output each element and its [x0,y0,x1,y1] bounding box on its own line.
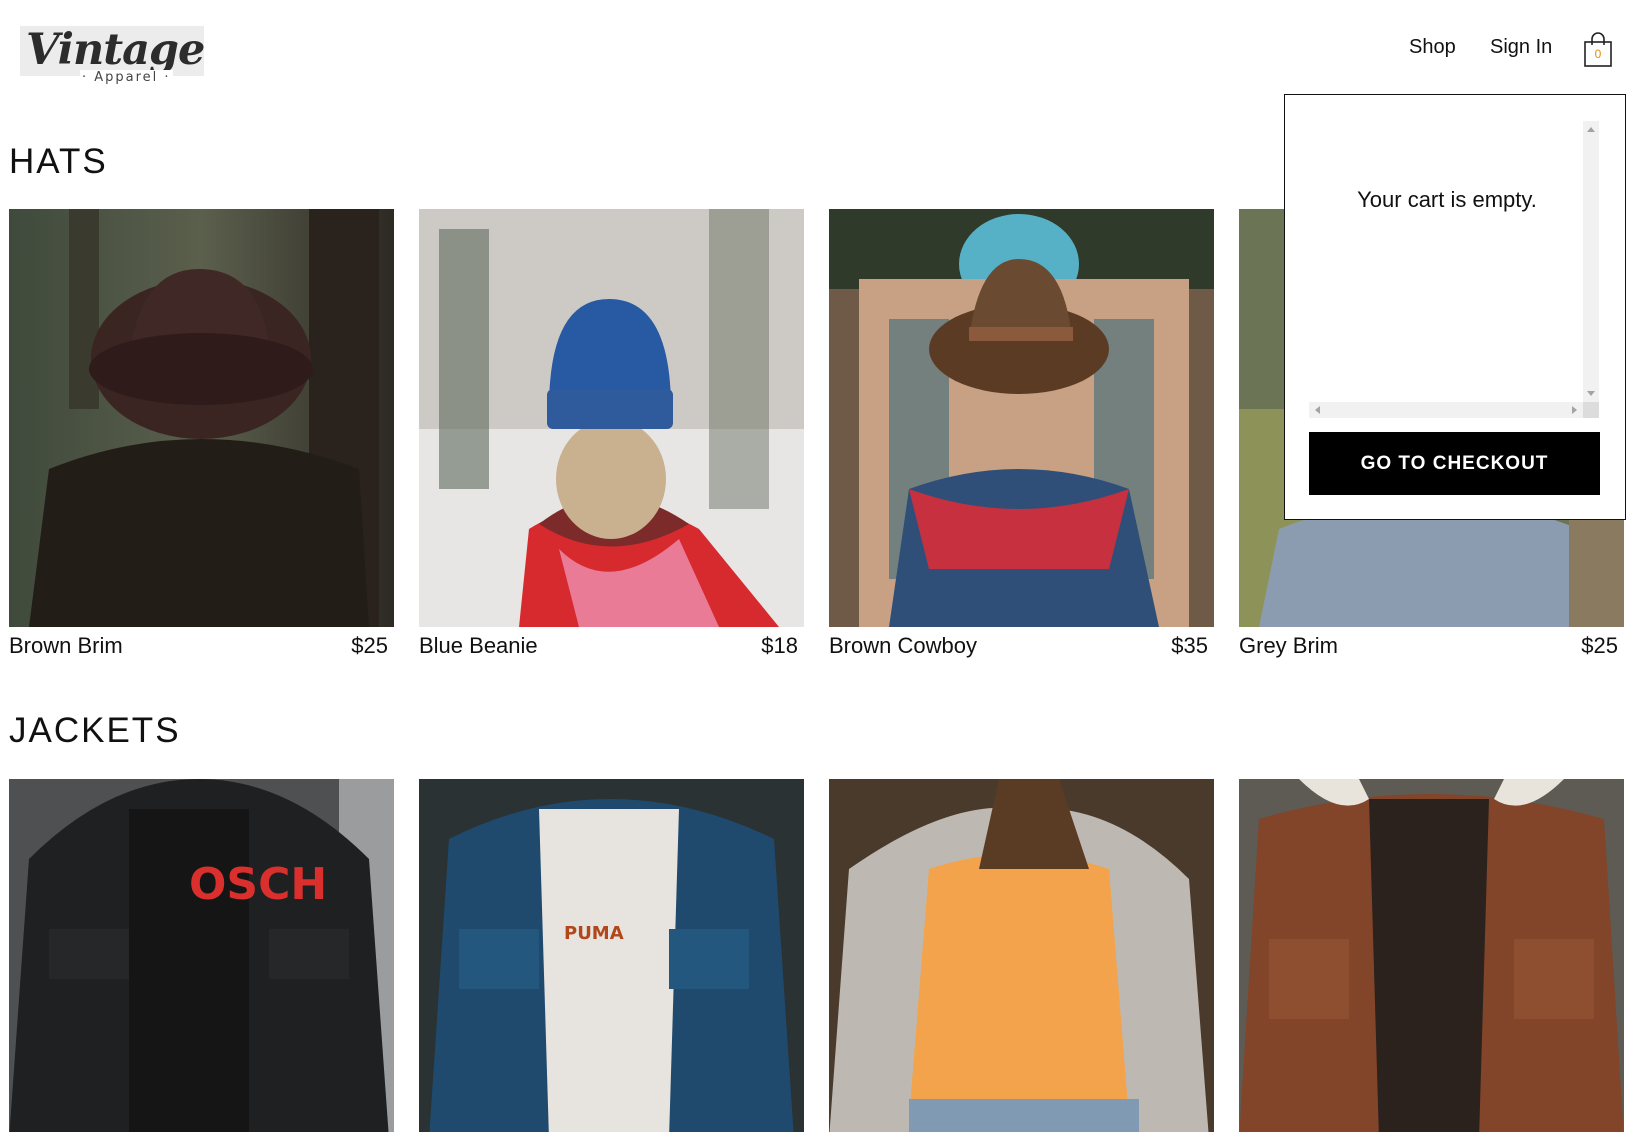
product-card: Brown Cowboy $35 [829,209,1214,659]
product-card: Brown Brim $25 [9,209,394,659]
product-image[interactable] [829,209,1214,627]
section-title-jackets[interactable]: JACKETS [9,711,181,751]
scroll-corner [1583,402,1599,418]
product-card: Blue Beanie $18 [419,209,804,659]
product-image[interactable]: OSCH [9,779,394,1132]
section-title-hats[interactable]: HATS [9,142,108,182]
product-card [829,779,1214,1132]
product-card [1239,779,1624,1132]
product-price: $25 [1581,633,1618,658]
product-name: Brown Brim [9,633,123,658]
go-to-checkout-button[interactable]: GO TO CHECKOUT [1309,432,1600,495]
cart-items-list[interactable]: Your cart is empty. [1309,121,1599,418]
product-image[interactable]: PUMA [419,779,804,1132]
cart-count: 0 [1594,47,1602,61]
scroll-left-icon[interactable] [1315,406,1320,414]
scroll-up-icon[interactable] [1587,127,1595,132]
product-image[interactable] [9,209,394,627]
cart-empty-message: Your cart is empty. [1357,187,1537,212]
svg-text:OSCH: OSCH [189,859,327,910]
product-price: $25 [351,633,388,658]
product-card: PUMA [419,779,804,1132]
product-image[interactable] [829,779,1214,1132]
product-name: Blue Beanie [419,633,538,658]
product-name: Grey Brim [1239,633,1338,658]
svg-text:PUMA: PUMA [564,923,624,944]
product-price: $35 [1171,633,1208,658]
cart-horizontal-scrollbar[interactable] [1309,402,1583,418]
logo-text: Vintage [26,25,205,75]
scroll-right-icon[interactable] [1572,406,1577,414]
shopping-bag-icon[interactable]: 0 [1583,32,1613,68]
logo[interactable]: Vintage · Apparel · [20,25,205,86]
nav-sign-in-link[interactable]: Sign In [1490,36,1552,59]
product-name: Brown Cowboy [829,633,977,658]
product-image[interactable] [419,209,804,627]
scroll-down-icon[interactable] [1587,391,1595,396]
nav-shop-link[interactable]: Shop [1409,36,1456,59]
cart-vertical-scrollbar[interactable] [1583,121,1599,402]
cart-dropdown: Your cart is empty. GO TO CHECKOUT [1284,94,1626,520]
product-image[interactable] [1239,779,1624,1132]
product-price: $18 [761,633,798,658]
product-card: OSCH [9,779,394,1132]
logo-subtext: · Apparel · [80,70,173,86]
